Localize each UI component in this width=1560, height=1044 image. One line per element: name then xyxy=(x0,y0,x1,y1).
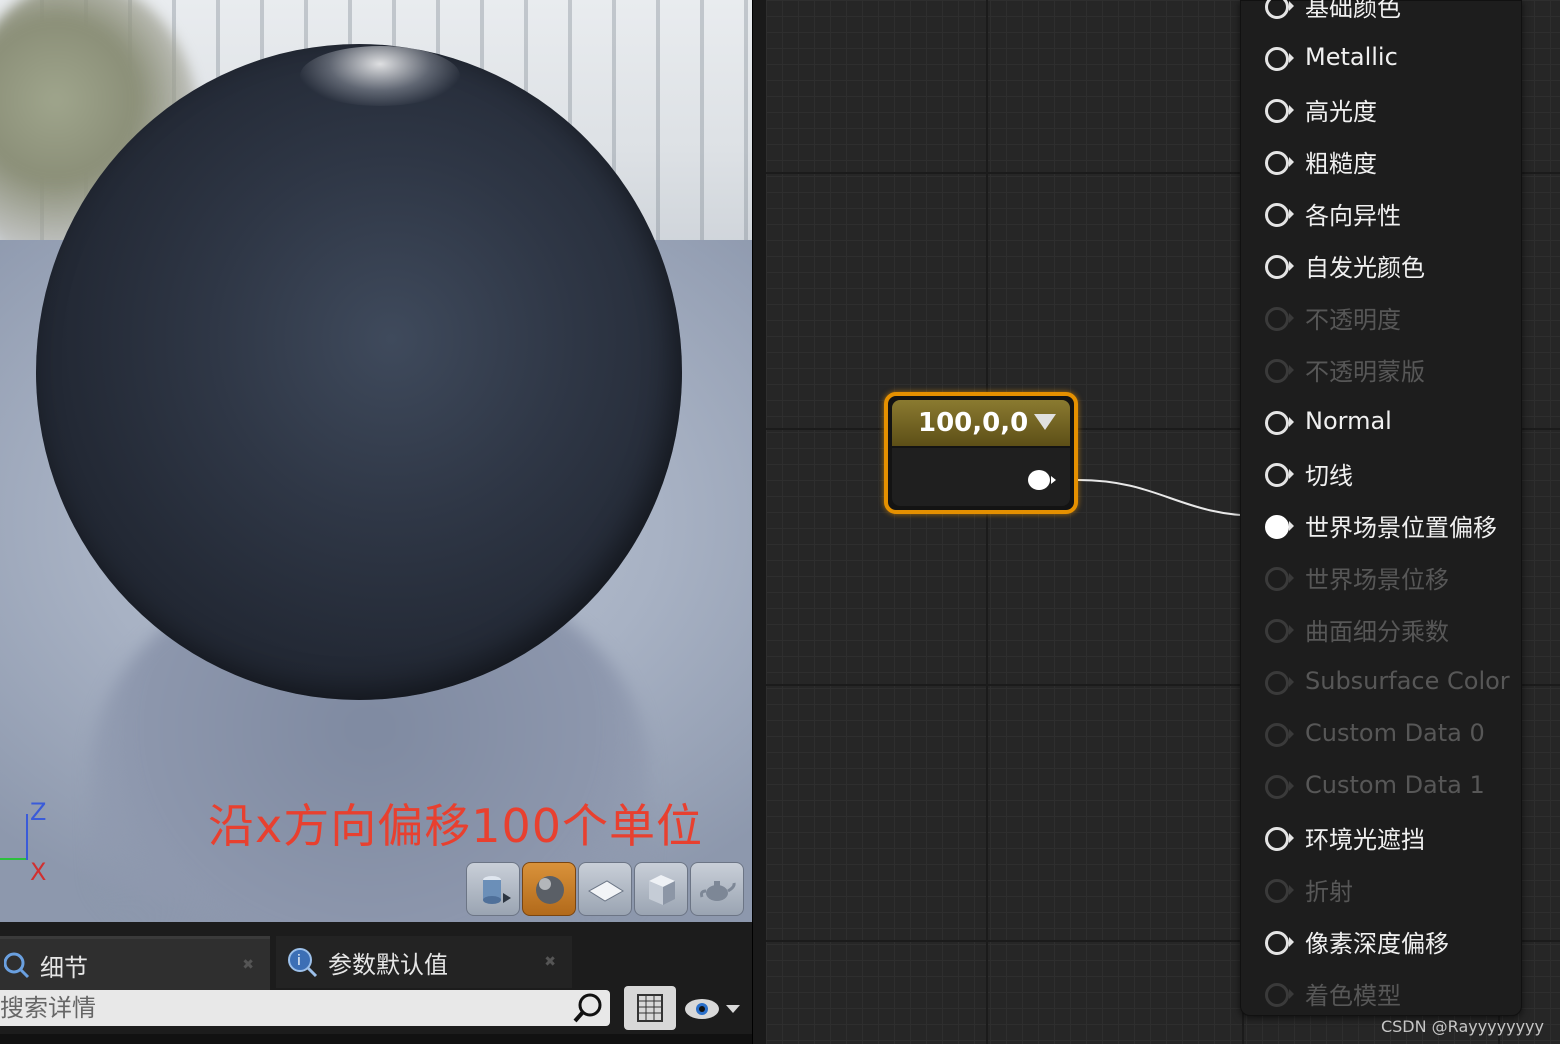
material-pin-row[interactable]: 各向异性 xyxy=(1241,187,1401,239)
input-pin-icon[interactable] xyxy=(1263,407,1294,435)
material-pin-row[interactable]: 环境光遮挡 xyxy=(1241,811,1425,863)
pin-label: 切线 xyxy=(1305,461,1353,490)
material-pin-row[interactable]: 不透明蒙版 xyxy=(1241,343,1425,395)
input-pin-icon[interactable] xyxy=(1263,927,1294,955)
pin-label: 粗糙度 xyxy=(1305,149,1377,178)
pin-label: 折射 xyxy=(1305,877,1353,906)
input-pin-icon[interactable] xyxy=(1263,823,1294,851)
pin-label: 不透明蒙版 xyxy=(1305,357,1425,386)
material-pin-row[interactable]: 像素深度偏移 xyxy=(1241,915,1449,967)
material-pin-row[interactable]: 折射 xyxy=(1241,863,1353,915)
constant-node-body xyxy=(892,448,1070,506)
watermark: CSDN @Rayyyyyyyy xyxy=(1380,1017,1544,1036)
input-pin-icon[interactable] xyxy=(1263,615,1294,643)
material-pin-row[interactable]: 自发光颜色 xyxy=(1241,239,1425,291)
input-pin-icon[interactable] xyxy=(1263,563,1294,591)
input-pin-icon[interactable] xyxy=(1263,0,1294,19)
material-pin-row[interactable]: 粗糙度 xyxy=(1241,135,1377,187)
material-pin-row[interactable]: Custom Data 1 xyxy=(1241,759,1485,811)
input-pin-icon[interactable] xyxy=(1263,303,1294,331)
material-pin-row[interactable]: 世界场景位置偏移 xyxy=(1241,499,1497,551)
input-pin-icon[interactable] xyxy=(1263,511,1294,539)
material-pin-row[interactable]: Normal xyxy=(1241,395,1392,447)
pin-label: 着色模型 xyxy=(1305,981,1401,1010)
constant3vector-node[interactable]: 100,0,0 xyxy=(884,392,1078,514)
pin-label: Custom Data 0 xyxy=(1305,719,1485,747)
input-pin-icon[interactable] xyxy=(1263,355,1294,383)
pin-label: Normal xyxy=(1305,407,1392,435)
input-pin-icon[interactable] xyxy=(1263,43,1294,71)
input-pin-icon[interactable] xyxy=(1263,95,1294,123)
material-pin-row[interactable]: 不透明度 xyxy=(1241,291,1401,343)
input-pin-icon[interactable] xyxy=(1263,771,1294,799)
material-pin-row[interactable]: Custom Data 0 xyxy=(1241,707,1485,759)
collapse-triangle-icon[interactable] xyxy=(1034,414,1056,430)
constant-value: 100,0,0 xyxy=(918,408,1029,438)
pin-label: 各向异性 xyxy=(1305,201,1401,230)
pin-label: Subsurface Color xyxy=(1305,667,1510,695)
material-pin-row[interactable]: 基础颜色 xyxy=(1241,0,1401,31)
output-pin[interactable] xyxy=(1028,470,1056,490)
input-pin-icon[interactable] xyxy=(1263,459,1294,487)
input-pin-icon[interactable] xyxy=(1263,667,1294,695)
pin-label: 曲面细分乘数 xyxy=(1305,617,1449,646)
input-pin-icon[interactable] xyxy=(1263,199,1294,227)
material-result-node[interactable]: 基础颜色 Metallic 高光度粗糙度各向异性自发光颜色不透明度不透明蒙版 Norm… xyxy=(1240,0,1522,1016)
pin-label: 环境光遮挡 xyxy=(1305,825,1425,854)
input-pin-icon[interactable] xyxy=(1263,875,1294,903)
material-pin-row[interactable]: 着色模型 xyxy=(1241,967,1401,1019)
pin-label: 世界场景位移 xyxy=(1305,565,1449,594)
material-pin-row[interactable]: Metallic xyxy=(1241,31,1398,83)
pin-label: 像素深度偏移 xyxy=(1305,929,1449,958)
pin-label: Custom Data 1 xyxy=(1305,771,1485,799)
input-pin-icon[interactable] xyxy=(1263,719,1294,747)
input-pin-icon[interactable] xyxy=(1263,979,1294,1007)
input-pin-icon[interactable] xyxy=(1263,251,1294,279)
pin-label: 不透明度 xyxy=(1305,305,1401,334)
constant-node-header[interactable]: 100,0,0 xyxy=(892,400,1070,446)
pin-label: Metallic xyxy=(1305,43,1398,71)
material-pin-row[interactable]: Subsurface Color xyxy=(1241,655,1510,707)
material-pin-row[interactable]: 曲面细分乘数 xyxy=(1241,603,1449,655)
input-pin-icon[interactable] xyxy=(1263,147,1294,175)
material-pin-row[interactable]: 世界场景位移 xyxy=(1241,551,1449,603)
material-pin-row[interactable]: 高光度 xyxy=(1241,83,1377,135)
pin-label: 高光度 xyxy=(1305,97,1377,126)
material-pin-row[interactable]: 切线 xyxy=(1241,447,1353,499)
pin-label: 自发光颜色 xyxy=(1305,253,1425,282)
pin-label: 世界场景位置偏移 xyxy=(1305,513,1497,542)
pin-label: 基础颜色 xyxy=(1305,0,1401,22)
